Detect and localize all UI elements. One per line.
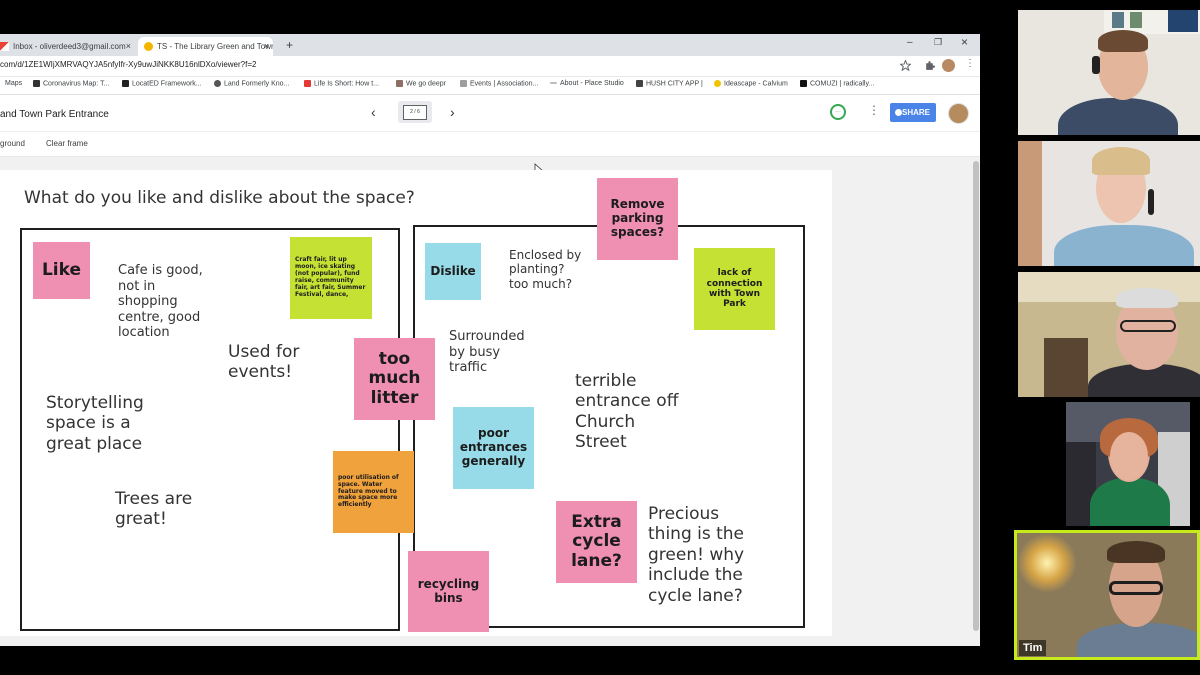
person-body <box>1054 225 1194 266</box>
participant-video-4[interactable] <box>1066 402 1190 526</box>
bookmark-item[interactable]: About - Place Studio <box>550 80 624 87</box>
lack-connection-sticky[interactable]: lack of connection with Town Park <box>694 248 775 330</box>
tab-board[interactable]: TS - The Library Green and Town × <box>138 37 273 56</box>
bookmark-item[interactable]: Events | Association... <box>460 80 538 87</box>
storytelling-note[interactable]: Storytelling space is a great place <box>46 393 166 454</box>
minimize-button[interactable]: – <box>907 37 913 48</box>
tab-bar: Inbox - oliverdeed3@gmail.com × TS - The… <box>0 34 980 56</box>
cafe-note[interactable]: Cafe is good, not in shopping centre, go… <box>118 263 208 341</box>
lamp-light <box>1017 533 1077 593</box>
headphones-icon <box>1092 56 1100 74</box>
tab-gmail[interactable]: Inbox - oliverdeed3@gmail.com × <box>0 37 135 56</box>
star-icon[interactable] <box>900 60 911 71</box>
app-toolbar: and Town Park Entrance ‹ 2 / 6 › ··· ⋮ S… <box>0 95 980 132</box>
menu-kebab-icon[interactable]: ⋮ <box>965 58 975 69</box>
participant-video-2[interactable] <box>1018 141 1200 266</box>
poor-utilisation-sticky[interactable]: poor utilisation of space. Water feature… <box>333 451 414 533</box>
glasses-icon <box>1109 581 1163 595</box>
bookmarks-bar: Maps Coronavirus Map: T... LocatED Frame… <box>0 77 980 95</box>
next-frame-button[interactable]: › <box>450 104 455 120</box>
new-tab-button[interactable]: + <box>286 38 293 52</box>
bookmark-item[interactable]: We go deepr <box>396 80 446 87</box>
participant-video-3[interactable] <box>1018 272 1200 397</box>
url-text[interactable]: com/d/1ZE1WIjXMRVAQYJA5nfyIfr-Xy9uwJiNKK… <box>0 60 256 69</box>
scrollbar-thumb[interactable] <box>973 161 979 631</box>
person-body <box>1077 623 1197 657</box>
vertical-scrollbar[interactable] <box>972 157 980 646</box>
glasses-icon <box>1120 320 1176 332</box>
profile-avatar[interactable] <box>942 59 955 72</box>
frame-thumbnail-button[interactable]: 2 / 6 <box>398 101 432 123</box>
remove-parking-sticky[interactable]: Remove parking spaces? <box>597 178 678 260</box>
used-events-note[interactable]: Used for events! <box>228 342 338 383</box>
share-button[interactable]: SHARE <box>890 103 936 122</box>
hand-icon <box>144 42 153 52</box>
more-options-icon[interactable]: ⋮ <box>868 103 880 117</box>
precious-note[interactable]: Precious thing is the green! why include… <box>648 504 768 606</box>
surrounded-note[interactable]: Surrounded by busy traffic <box>449 329 539 376</box>
close-tab-icon[interactable]: × <box>264 37 269 56</box>
close-window-button[interactable]: × <box>961 35 968 49</box>
bookmark-item[interactable]: Ideascape - Calvium <box>714 80 788 87</box>
clear-frame-button[interactable]: Clear frame <box>46 139 88 148</box>
frame-toolbar: ground Clear frame <box>0 132 980 157</box>
browser-window: Inbox - oliverdeed3@gmail.com × TS - The… <box>0 34 980 646</box>
person-hair <box>1107 541 1165 563</box>
terrible-entrance-note[interactable]: terrible entrance off Church Street <box>575 371 685 453</box>
participant-name-label: Tim <box>1019 640 1047 656</box>
address-bar[interactable]: com/d/1ZE1WIjXMRVAQYJA5nfyIfr-Xy9uwJiNKK… <box>0 56 980 77</box>
bookmark-item[interactable]: Life Is Short: How t... <box>304 80 379 87</box>
extensions-icon[interactable] <box>924 60 935 71</box>
too-much-litter-sticky[interactable]: too much litter <box>354 338 435 420</box>
user-avatar[interactable] <box>948 103 969 124</box>
wall-decor <box>1018 141 1042 266</box>
participant-video-active[interactable]: Tim <box>1014 530 1200 660</box>
recycling-bins-sticky[interactable]: recycling bins <box>408 551 489 632</box>
enclosed-note[interactable]: Enclosed by planting? too much? <box>509 248 584 291</box>
maximize-button[interactable]: ❐ <box>934 37 942 48</box>
dislike-sticky[interactable]: Dislike <box>425 243 481 300</box>
bookmark-item[interactable]: LocatED Framework... <box>122 80 202 87</box>
bookmark-item[interactable]: Coronavirus Map: T... <box>33 80 109 87</box>
person-body <box>1090 478 1170 526</box>
share-label: SHARE <box>901 108 930 117</box>
person-hair <box>1092 147 1150 175</box>
gmail-icon <box>0 42 9 52</box>
like-sticky[interactable]: Like <box>33 242 90 299</box>
prev-frame-button[interactable]: ‹ <box>371 104 376 120</box>
set-background-button[interactable]: ground <box>0 139 25 148</box>
add-person-icon <box>895 109 902 116</box>
person-hair <box>1116 288 1178 308</box>
doorway <box>1044 338 1088 397</box>
board-question: What do you like and dislike about the s… <box>24 188 415 208</box>
jamboard-frame[interactable]: What do you like and dislike about the s… <box>0 170 832 636</box>
participant-video-1[interactable] <box>1018 10 1200 135</box>
extra-cycle-lane-sticky[interactable]: Extra cycle lane? <box>556 501 637 583</box>
trees-note[interactable]: Trees are great! <box>115 489 215 530</box>
bookmark-item[interactable]: COMUZI | radically... <box>800 80 874 87</box>
person-hair <box>1098 30 1148 52</box>
close-tab-icon[interactable]: × <box>126 37 131 56</box>
poor-entrances-sticky[interactable]: poor entrances generally <box>453 407 534 489</box>
craft-fair-sticky[interactable]: Craft fair, lit up moon, ice skating (no… <box>290 237 372 319</box>
bookmark-item[interactable]: HUSH CITY APP | <box>636 80 703 87</box>
presence-icon[interactable]: ··· <box>830 104 846 120</box>
person-face <box>1110 432 1148 480</box>
whiteboard-stage: What do you like and dislike about the s… <box>0 157 980 646</box>
bookmark-item[interactable]: Maps <box>5 80 22 87</box>
document-title[interactable]: and Town Park Entrance <box>0 109 109 120</box>
tab-label: Inbox - oliverdeed3@gmail.com <box>13 42 126 51</box>
person-body <box>1058 98 1178 135</box>
headphones-icon <box>1148 189 1154 215</box>
bookmark-item[interactable]: Land Formerly Kno... <box>214 80 289 87</box>
tab-label: TS - The Library Green and Town <box>157 42 273 51</box>
frame-counter: 2 / 6 <box>403 105 427 120</box>
